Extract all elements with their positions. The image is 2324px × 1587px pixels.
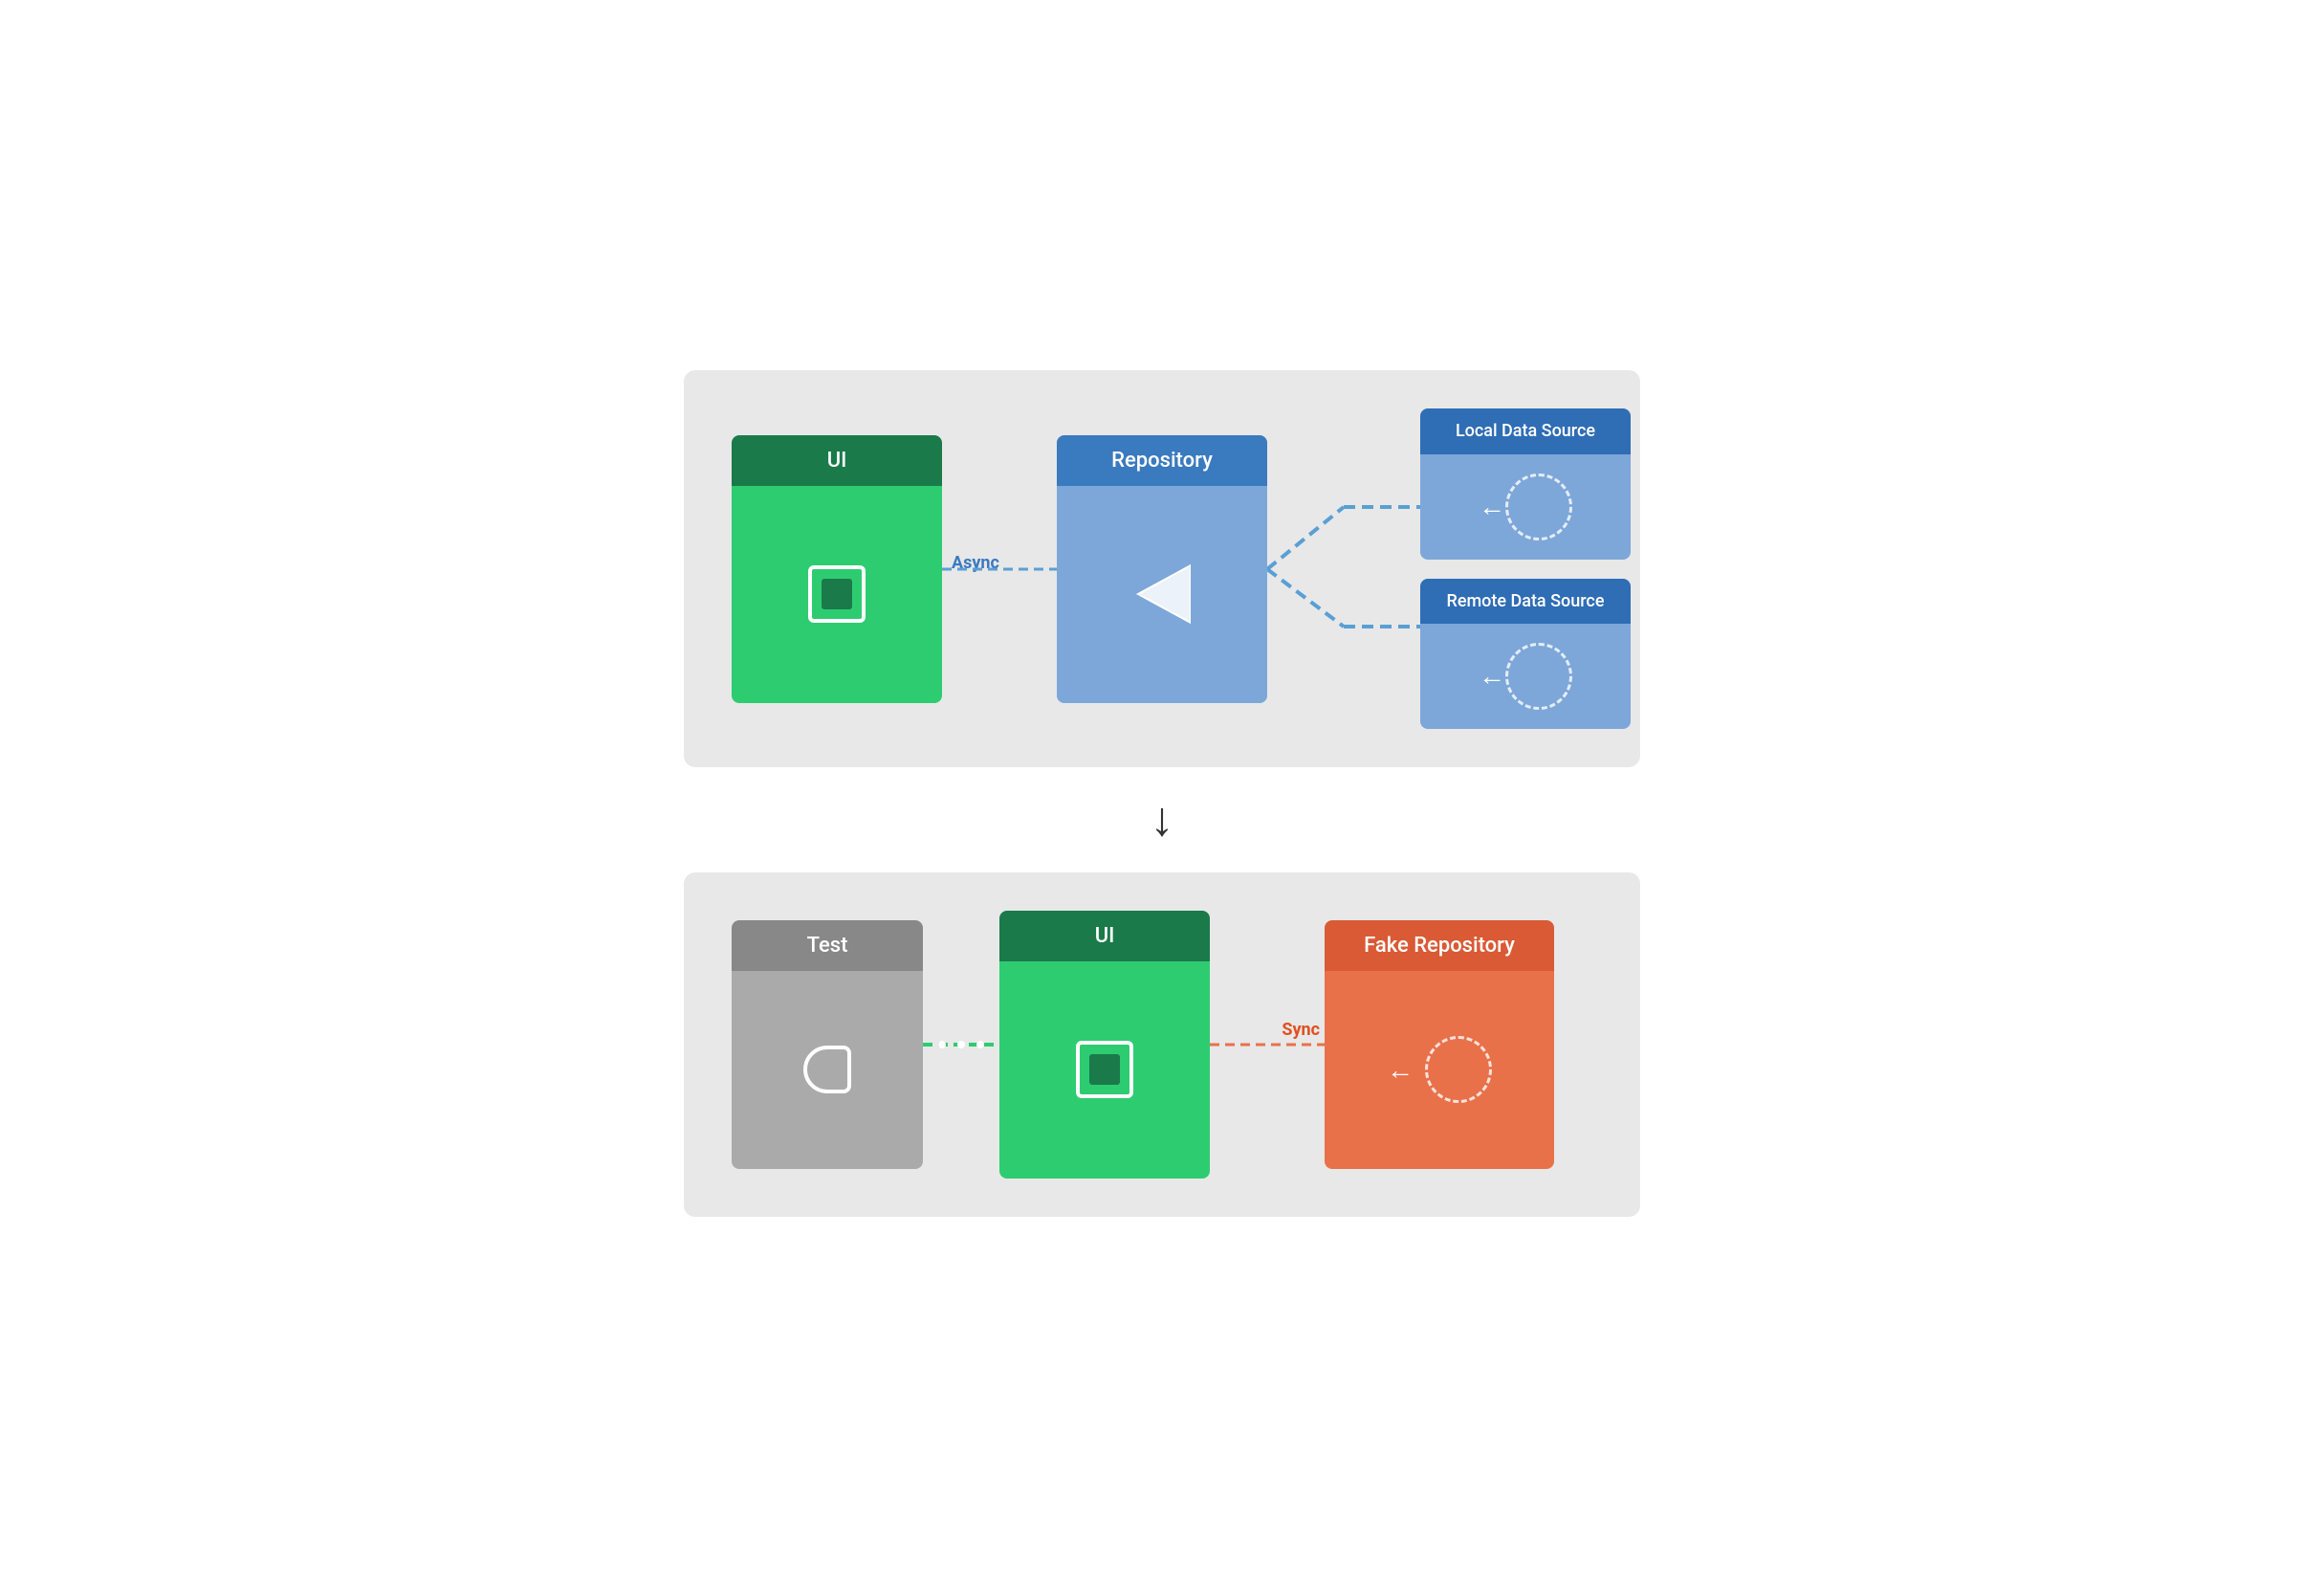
- sync-label: Sync: [1282, 1020, 1320, 1040]
- ui-block-bottom: UI: [999, 911, 1210, 1179]
- ui-square-icon: [808, 565, 866, 623]
- fake-repo-arrow-left: ←: [1387, 1054, 1414, 1086]
- fake-repo-body: ←: [1325, 971, 1554, 1169]
- local-source-body: ←: [1420, 454, 1631, 560]
- ui-square-inner: [822, 579, 852, 609]
- data-sources: Local Data Source ← Remote Data Source ←: [1420, 408, 1631, 729]
- local-data-source-block: Local Data Source ←: [1420, 408, 1631, 559]
- remote-source-label: Remote Data Source: [1420, 579, 1631, 624]
- top-diagram: UI Async Repository: [684, 370, 1640, 767]
- diagram-container: UI Async Repository: [684, 370, 1640, 1217]
- ui-body-top: [732, 486, 942, 703]
- test-label: Test: [732, 920, 923, 971]
- fake-repo-block: Fake Repository ←: [1325, 920, 1554, 1169]
- remote-source-body: ←: [1420, 624, 1631, 729]
- ui-block-top: UI: [732, 435, 942, 703]
- remote-data-source-block: Remote Data Source ←: [1420, 579, 1631, 729]
- repo-body: [1057, 486, 1267, 703]
- ui-label-bottom: UI: [999, 911, 1210, 961]
- fake-repo-dashed-circle: [1425, 1036, 1492, 1103]
- ui-body-bottom: [999, 961, 1210, 1179]
- local-arrow-left-icon: ←: [1479, 491, 1505, 522]
- d-shape-icon: [803, 1046, 851, 1093]
- local-dashed-circle: [1505, 474, 1572, 540]
- test-to-ui-line: [923, 920, 999, 1169]
- ui-to-fakerepo-line: [1210, 920, 1325, 1169]
- test-body: [732, 971, 923, 1169]
- repo-triangle-icon: [1133, 556, 1191, 632]
- ui-to-fakerepo-connector: Sync: [1210, 920, 1325, 1169]
- remote-arrow-left-icon: ←: [1479, 660, 1505, 692]
- repo-block: Repository: [1057, 435, 1267, 703]
- branching-lines-svg: [1267, 435, 1420, 703]
- bottom-diagram: Test UI: [684, 872, 1640, 1217]
- down-arrow: ↓: [1151, 796, 1174, 844]
- ui-square-inner-bottom: [1089, 1054, 1120, 1085]
- ui-label-top: UI: [732, 435, 942, 486]
- remote-dashed-circle: [1505, 643, 1572, 710]
- fake-repo-label: Fake Repository: [1325, 920, 1554, 971]
- test-to-ui-connector: [923, 920, 999, 1169]
- repo-to-sources-connector: [1267, 435, 1420, 703]
- local-source-label: Local Data Source: [1420, 408, 1631, 453]
- ui-to-repo-line: [942, 435, 1057, 703]
- repo-label: Repository: [1057, 435, 1267, 486]
- test-block: Test: [732, 920, 923, 1169]
- ui-square-icon-bottom: [1076, 1041, 1133, 1098]
